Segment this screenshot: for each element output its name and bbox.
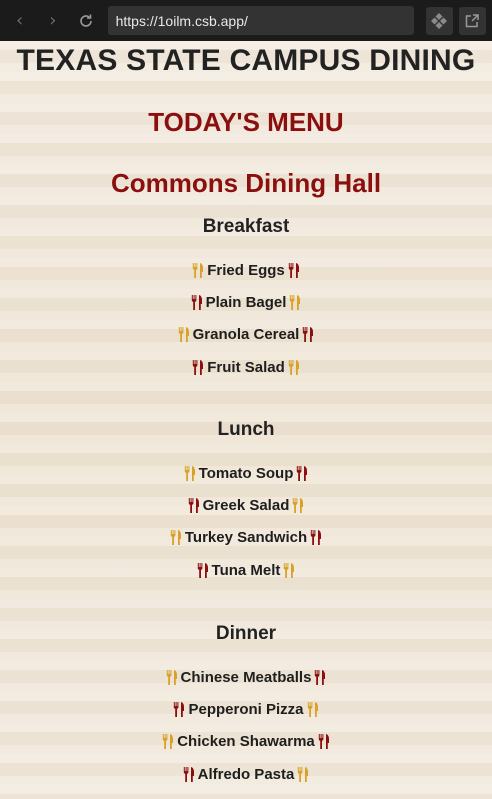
fork-knife-icon <box>282 562 296 578</box>
menu-item-label: Fried Eggs <box>207 261 285 279</box>
menu-item: Plain Bagel <box>0 286 492 318</box>
meal-section-breakfast: Breakfast Fried Eggs Plain Bagel Granola Ce… <box>0 210 492 384</box>
fork-knife-icon <box>313 669 327 685</box>
fork-knife-icon <box>172 702 186 718</box>
arrow-right-icon[interactable]: › <box>39 7 66 35</box>
fork-knife-icon <box>196 562 210 578</box>
menu-item: Chinese Meatballs <box>0 661 492 693</box>
menu-item-label: Chicken Shawarma <box>177 733 315 751</box>
fork-knife-icon <box>295 465 309 481</box>
fork-knife-icon <box>301 327 315 343</box>
fork-knife-icon <box>187 498 201 514</box>
fork-knife-icon <box>288 295 302 311</box>
meal-heading: Dinner <box>215 623 277 644</box>
reload-icon[interactable] <box>72 7 99 35</box>
fork-knife-icon <box>287 359 301 375</box>
fork-knife-icon <box>296 766 310 782</box>
menu-item-label: Fruit Salad <box>207 358 285 376</box>
menu-item-label: Alfredo Pasta <box>197 765 295 783</box>
menu-title: TODAY'S MENU <box>148 107 344 137</box>
fork-knife-icon <box>169 530 183 546</box>
menu-item: Greek Salad <box>0 489 492 521</box>
menu-item-label: Turkey Sandwich <box>184 529 308 547</box>
dining-hall-title: Commons Dining Hall <box>110 168 382 198</box>
fork-knife-icon <box>309 530 323 546</box>
menu-item: Pepperoni Pizza <box>0 693 492 725</box>
fork-knife-icon <box>317 734 331 750</box>
menu-item: Alfredo Pasta <box>0 758 492 790</box>
fork-knife-icon <box>161 734 175 750</box>
menu-item: Fried Eggs <box>0 254 492 286</box>
menu-item: Granola Cereal <box>0 319 492 351</box>
menu-item-label: Plain Bagel <box>205 294 287 312</box>
address-bar[interactable]: https://1oilm.csb.app/ <box>107 6 414 35</box>
meal-heading: Lunch <box>217 419 275 440</box>
menu-item: Tomato Soup <box>0 457 492 489</box>
arrow-left-icon[interactable]: ‹ <box>6 7 33 35</box>
menu-item-label: Tomato Soup <box>198 464 294 482</box>
url-text: https://1oilm.csb.app/ <box>115 12 248 29</box>
meal-section-dinner: Dinner Chinese Meatballs Pepperoni Pizza Ch… <box>0 617 492 791</box>
fork-knife-icon <box>191 262 205 278</box>
fork-knife-icon <box>182 766 196 782</box>
menu-item-label: Greek Salad <box>202 497 290 515</box>
browser-toolbar: ‹ › https://1oilm.csb.app/ <box>0 0 492 41</box>
menu-item-label: Tuna Melt <box>211 561 281 579</box>
meal-section-lunch: Lunch Tomato Soup Greek Salad Turkey Sandwi… <box>0 413 492 587</box>
puzzle-icon[interactable] <box>425 6 453 35</box>
menu-item-label: Granola Cereal <box>192 326 300 344</box>
fork-knife-icon <box>306 702 320 718</box>
fork-knife-icon <box>287 262 301 278</box>
menu-item: Tuna Melt <box>0 554 492 586</box>
meal-heading: Breakfast <box>202 216 290 237</box>
menu-item: Turkey Sandwich <box>0 522 492 554</box>
menu-item: Chicken Shawarma <box>0 726 492 758</box>
menu-item: Fruit Salad <box>0 351 492 383</box>
fork-knife-icon <box>190 295 204 311</box>
site-title: TEXAS STATE CAMPUS DINING <box>16 44 476 77</box>
menu-item-label: Chinese Meatballs <box>180 668 312 686</box>
open-external-icon[interactable] <box>458 6 487 35</box>
fork-knife-icon <box>183 465 197 481</box>
page-content: TEXAS STATE CAMPUS DINING TODAY'S MENU C… <box>0 41 492 799</box>
fork-knife-icon <box>291 498 305 514</box>
menu-item-label: Pepperoni Pizza <box>188 701 304 719</box>
fork-knife-icon <box>191 359 205 375</box>
fork-knife-icon <box>177 327 191 343</box>
fork-knife-icon <box>165 669 179 685</box>
